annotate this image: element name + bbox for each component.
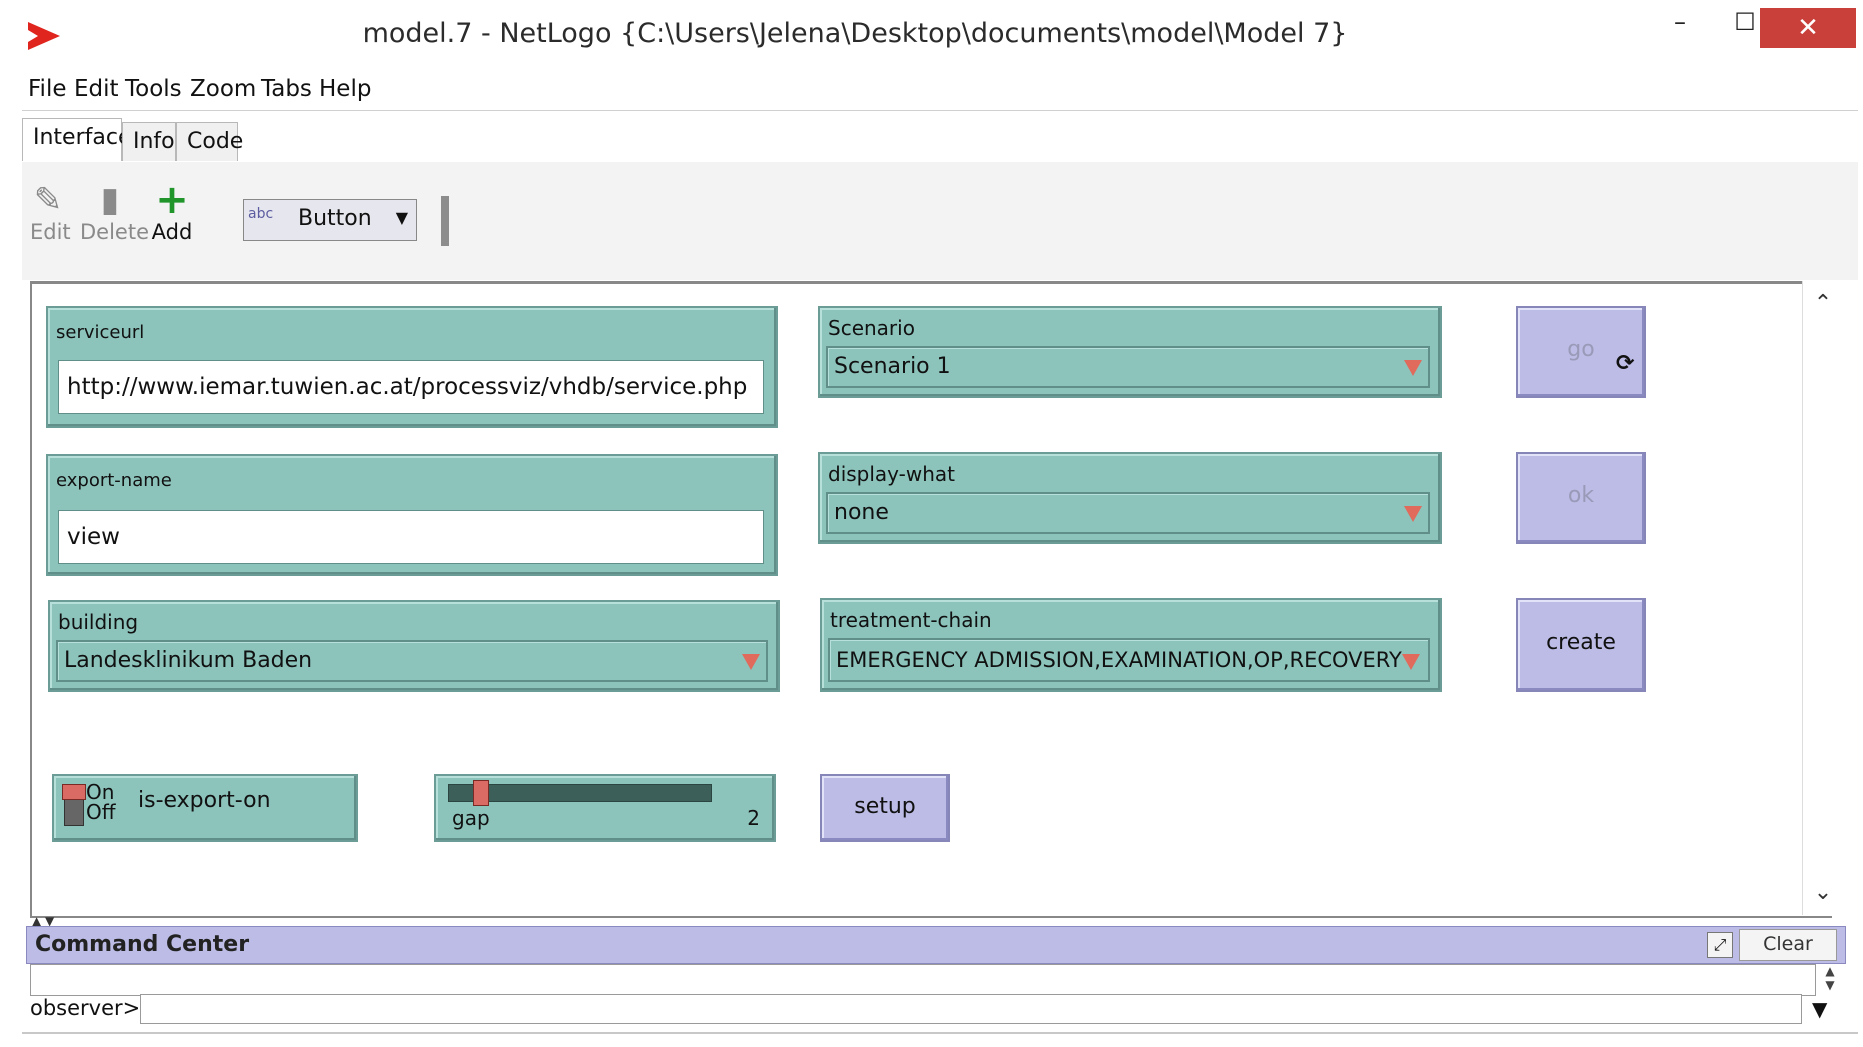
menu-help[interactable]: Help (319, 76, 371, 102)
gap-slider-label: gap (452, 806, 490, 830)
tab-info[interactable]: Info (122, 122, 176, 161)
serviceurl-input-widget[interactable]: serviceurl http://www.iemar.tuwien.ac.at… (46, 306, 778, 428)
chevron-down-icon: ▼ (395, 208, 408, 227)
display-what-label: display-what (828, 462, 956, 486)
trash-icon: ▮ (100, 180, 120, 220)
scenario-chooser[interactable]: Scenario Scenario 1 (818, 306, 1442, 398)
create-button[interactable]: create (1516, 598, 1646, 692)
clear-button[interactable]: Clear (1739, 929, 1837, 961)
go-button[interactable]: go ⟳ (1516, 306, 1646, 398)
export-name-field[interactable]: view (58, 510, 764, 564)
add-tool[interactable]: + Add (150, 180, 194, 244)
edit-tool[interactable]: ✎ Edit (30, 180, 71, 244)
treatment-chain-label: treatment-chain (830, 608, 992, 632)
toolbar-divider (441, 196, 449, 246)
tab-code[interactable]: Code (176, 122, 243, 161)
widget-type-select[interactable]: abc Button ▼ (243, 199, 417, 241)
dropdown-arrow-icon (1404, 360, 1422, 376)
delete-tool[interactable]: ▮ Delete (80, 180, 149, 244)
dropdown-arrow-icon (1402, 654, 1420, 670)
go-button-label: go (1567, 337, 1595, 362)
expand-icon[interactable]: ⤢ (1707, 932, 1733, 958)
switch-knob[interactable] (62, 784, 86, 800)
serviceurl-label: serviceurl (56, 322, 145, 343)
button-widget-icon: abc (248, 206, 274, 222)
display-what-select[interactable]: none (826, 492, 1430, 534)
menu-file[interactable]: File (28, 76, 67, 102)
pencil-icon: ✎ (33, 180, 63, 220)
tab-interface[interactable]: Interface (22, 118, 132, 161)
command-input[interactable] (140, 994, 1802, 1024)
menu-tools[interactable]: Tools (125, 76, 182, 102)
slider-thumb[interactable] (472, 780, 489, 806)
menu-bar: File Edit Tools Zoom Tabs Help (22, 70, 1858, 111)
building-label: building (58, 610, 139, 634)
is-export-on-switch[interactable]: On Off is-export-on (52, 774, 358, 842)
plus-icon: + (155, 177, 189, 223)
scroll-up-icon[interactable]: ⌃ (1803, 291, 1843, 316)
display-what-chooser[interactable]: display-what none (818, 452, 1442, 544)
edit-tool-label: Edit (30, 220, 71, 244)
netlogo-logo-notch (28, 30, 38, 42)
widget-type-value: Button (298, 206, 372, 231)
menu-edit[interactable]: Edit (74, 76, 119, 102)
switch-off-label: Off (86, 800, 116, 824)
netlogo-window: model.7 - NetLogo {C:\Users\Jelena\Deskt… (0, 0, 1863, 1047)
dropdown-arrow-icon (742, 654, 760, 670)
close-button[interactable]: ✕ (1760, 8, 1856, 48)
window-bottom-border (22, 1032, 1858, 1034)
serviceurl-field[interactable]: http://www.iemar.tuwien.ac.at/processviz… (58, 360, 764, 414)
scenario-select[interactable]: Scenario 1 (826, 346, 1430, 388)
treatment-chain-select[interactable]: EMERGENCY ADMISSION,EXAMINATION,OP,RECOV… (828, 638, 1430, 682)
gap-slider[interactable]: gap 2 (434, 774, 776, 842)
building-chooser[interactable]: building Landesklinikum Baden (48, 600, 780, 692)
menu-zoom[interactable]: Zoom (190, 76, 256, 102)
treatment-chain-chooser[interactable]: treatment-chain EMERGENCY ADMISSION,EXAM… (820, 598, 1442, 692)
menu-tabs[interactable]: Tabs (261, 76, 312, 102)
export-name-label: export-name (56, 470, 172, 491)
scroll-down-icon[interactable]: ⌄ (1803, 880, 1843, 905)
dropdown-arrow-icon (1404, 506, 1422, 522)
output-scroll-icon[interactable]: ▲ ▼ (1816, 964, 1844, 994)
window-title: model.7 - NetLogo {C:\Users\Jelena\Deskt… (362, 18, 1348, 49)
scenario-label: Scenario (828, 316, 915, 340)
gap-slider-value: 2 (747, 806, 760, 830)
command-center-title: Command Center (35, 932, 250, 957)
switch-name-label: is-export-on (138, 788, 271, 813)
add-tool-label: Add (151, 220, 193, 244)
delete-tool-label: Delete (80, 220, 149, 244)
command-center-output[interactable] (30, 964, 1816, 996)
command-center-bar: Command Center ⤢ Clear (26, 926, 1846, 964)
canvas-scrollbar[interactable]: ⌃ ⌄ (1802, 281, 1843, 915)
forever-icon: ⟳ (1616, 351, 1635, 376)
minimize-button[interactable]: – (1650, 8, 1710, 48)
history-dropdown-icon[interactable]: ▼ (1812, 997, 1827, 1021)
ok-button[interactable]: ok (1516, 452, 1646, 544)
observer-prompt[interactable]: observer> (30, 996, 140, 1020)
export-name-input-widget[interactable]: export-name view (46, 454, 778, 576)
building-select[interactable]: Landesklinikum Baden (56, 640, 768, 682)
setup-button[interactable]: setup (820, 774, 950, 842)
tab-strip: Interface Info Code (22, 118, 1858, 163)
